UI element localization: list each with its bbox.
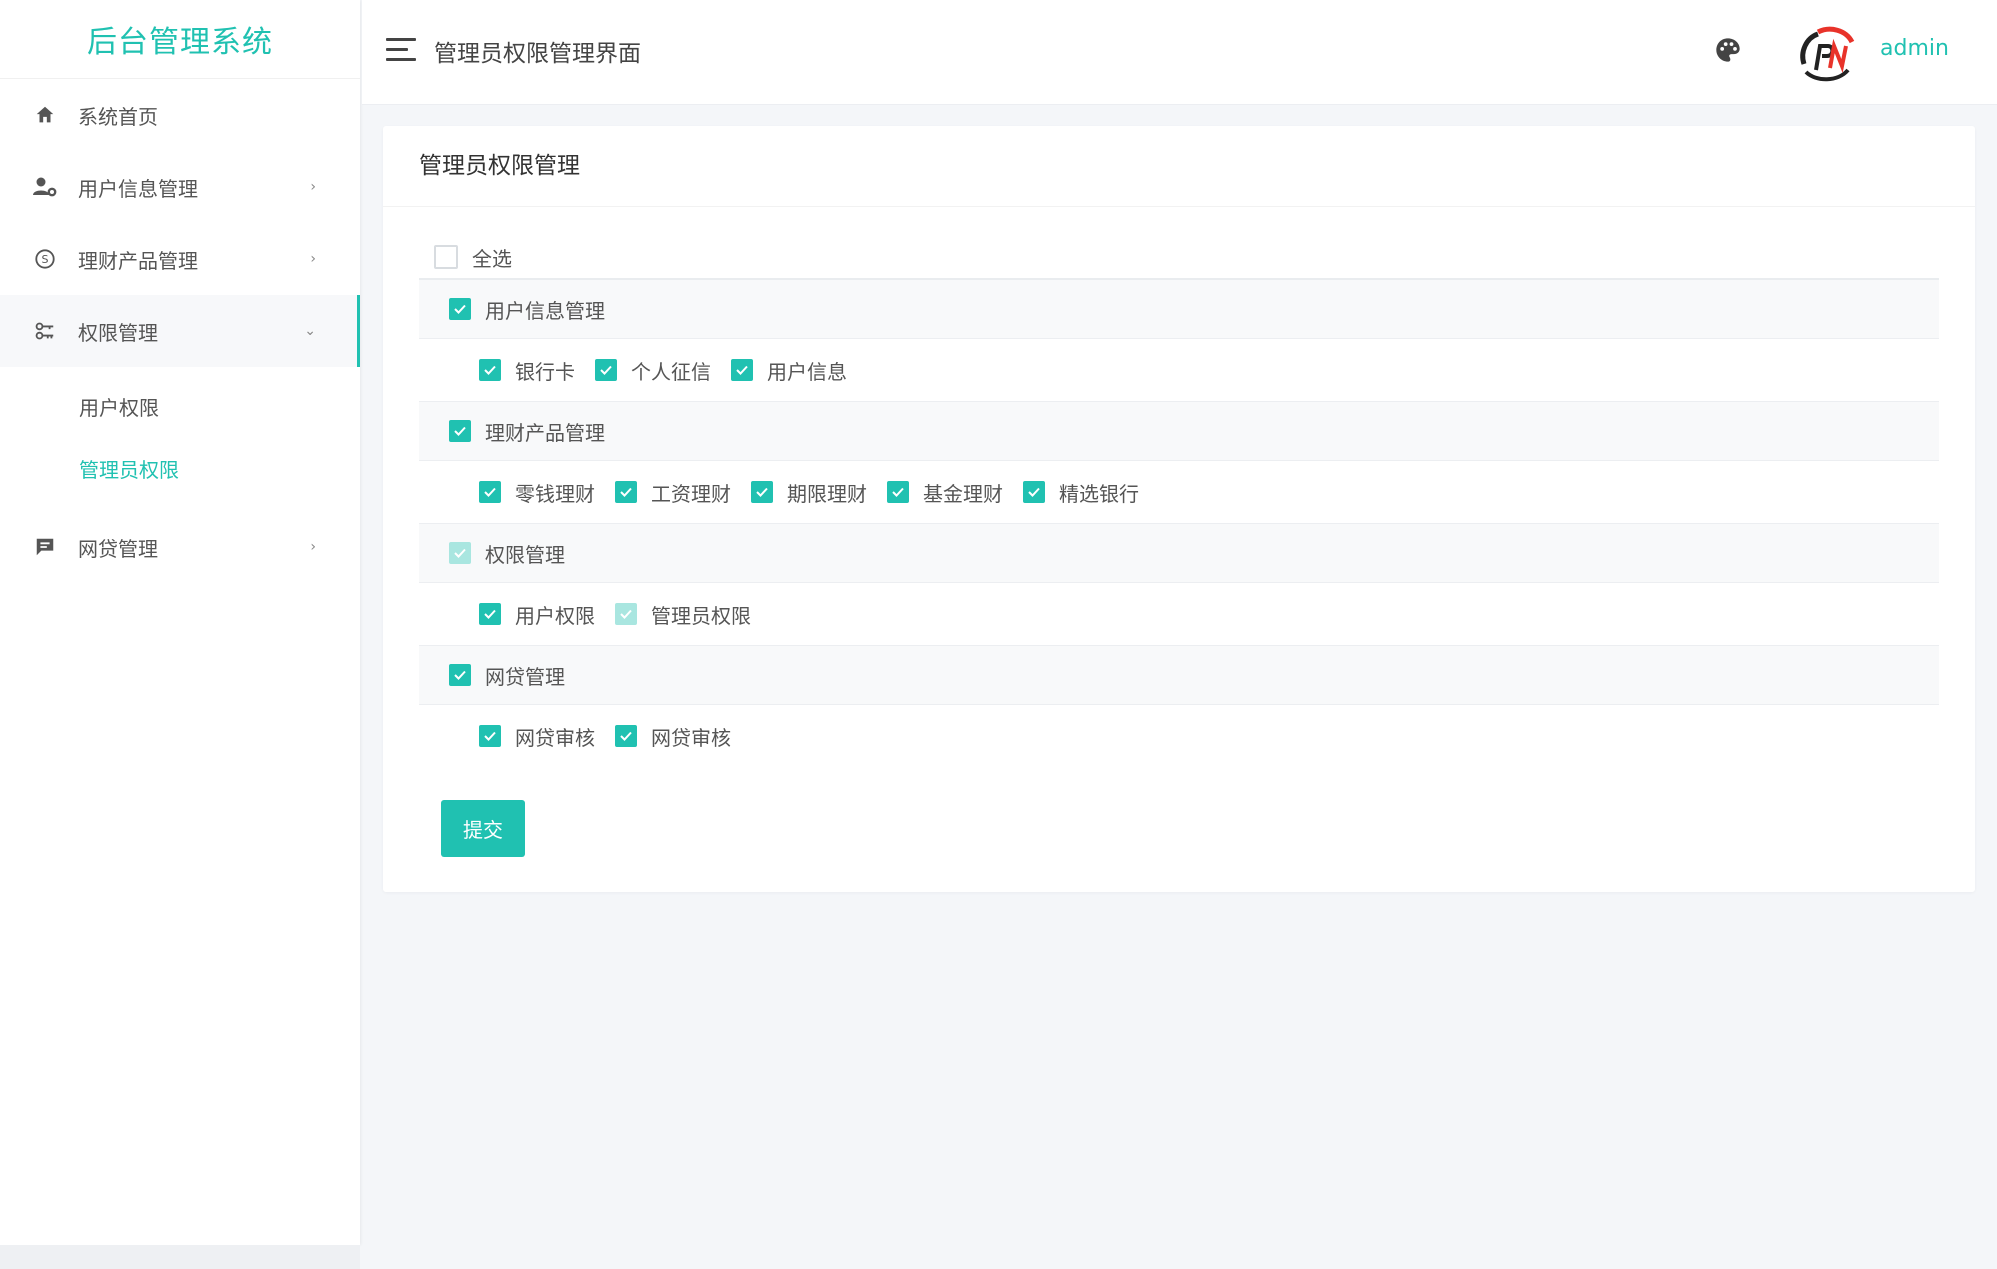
message-icon bbox=[32, 534, 58, 560]
permissions-submenu: 用户权限 管理员权限 bbox=[0, 367, 360, 511]
children-row-user-info: 银行卡 个人征信 用户信息 bbox=[419, 339, 1939, 402]
group-checkbox-disabled bbox=[449, 542, 471, 564]
select-all-row: 全选 bbox=[419, 236, 1939, 280]
page-title: 管理员权限管理界面 bbox=[434, 41, 641, 67]
child-label: 网贷审核 bbox=[515, 725, 595, 750]
child-permission: 精选银行 bbox=[1023, 478, 1159, 507]
select-all-checkbox[interactable] bbox=[434, 245, 458, 269]
home-icon bbox=[32, 102, 58, 128]
child-label: 零钱理财 bbox=[515, 481, 595, 506]
child-label: 用户权限 bbox=[515, 603, 595, 628]
chevron-down-icon: ⌄ bbox=[304, 323, 316, 339]
sidebar-item-user-info[interactable]: 用户信息管理 › bbox=[0, 151, 360, 223]
child-checkbox[interactable] bbox=[479, 359, 501, 381]
child-checkbox[interactable] bbox=[1023, 481, 1045, 503]
group-row-loans: 网贷管理 bbox=[419, 646, 1939, 705]
sidebar-item-finance[interactable]: S 理财产品管理 › bbox=[0, 223, 360, 295]
group-label: 网贷管理 bbox=[485, 664, 565, 689]
child-label: 基金理财 bbox=[923, 481, 1003, 506]
child-permission: 零钱理财 bbox=[479, 478, 615, 507]
child-permission: 用户信息 bbox=[731, 356, 867, 385]
sidebar-item-loans[interactable]: 网贷管理 › bbox=[0, 511, 360, 583]
permission-tree: 全选 用户信息管理 银行卡 个人征信 用户信息 理财产品管理 零钱理财 工资理财… bbox=[419, 236, 1939, 767]
group-label: 理财产品管理 bbox=[485, 420, 605, 445]
sidebar-item-label: 理财产品管理 bbox=[78, 248, 198, 273]
child-checkbox[interactable] bbox=[887, 481, 909, 503]
group-row-finance: 理财产品管理 bbox=[419, 402, 1939, 461]
child-label: 管理员权限 bbox=[651, 603, 751, 628]
child-label: 银行卡 bbox=[515, 359, 575, 384]
group-label: 用户信息管理 bbox=[485, 298, 605, 323]
select-all-label: 全选 bbox=[472, 246, 512, 271]
child-label: 精选银行 bbox=[1059, 481, 1139, 506]
child-permission: 工资理财 bbox=[615, 478, 751, 507]
key-icon bbox=[32, 318, 58, 344]
avatar[interactable] bbox=[1794, 24, 1858, 88]
sidebar-item-label: 网贷管理 bbox=[78, 536, 158, 561]
svg-text:S: S bbox=[42, 253, 49, 266]
sidebar-item-label: 系统首页 bbox=[78, 104, 158, 129]
child-permission: 网贷审核 bbox=[615, 722, 751, 751]
children-row-loans: 网贷审核 网贷审核 bbox=[419, 705, 1939, 767]
child-checkbox[interactable] bbox=[615, 481, 637, 503]
children-row-permissions: 用户权限 管理员权限 bbox=[419, 583, 1939, 646]
sidebar: 后台管理系统 系统首页 用户信息管理 › S 理财产品管理 › 权限管理 ⌄ 用… bbox=[0, 0, 360, 1245]
submenu-item-user-permissions[interactable]: 用户权限 bbox=[0, 375, 360, 437]
menu-toggle-icon[interactable] bbox=[386, 38, 416, 64]
child-checkbox[interactable] bbox=[479, 725, 501, 747]
child-label: 工资理财 bbox=[651, 481, 731, 506]
sidebar-item-permissions[interactable]: 权限管理 ⌄ bbox=[0, 295, 360, 367]
group-checkbox[interactable] bbox=[449, 420, 471, 442]
group-checkbox[interactable] bbox=[449, 664, 471, 686]
child-label: 用户信息 bbox=[767, 359, 847, 384]
sidebar-item-label: 用户信息管理 bbox=[78, 176, 198, 201]
child-label: 期限理财 bbox=[787, 481, 867, 506]
child-checkbox-disabled bbox=[615, 603, 637, 625]
child-permission: 期限理财 bbox=[751, 478, 887, 507]
child-checkbox[interactable] bbox=[751, 481, 773, 503]
top-header: 管理员权限管理界面 admin bbox=[362, 0, 1997, 105]
chevron-right-icon: › bbox=[310, 539, 316, 555]
child-checkbox[interactable] bbox=[479, 603, 501, 625]
palette-icon[interactable] bbox=[1714, 36, 1744, 66]
child-permission: 个人征信 bbox=[595, 356, 731, 385]
child-checkbox[interactable] bbox=[731, 359, 753, 381]
child-label: 个人征信 bbox=[631, 359, 711, 384]
coin-icon: S bbox=[32, 246, 58, 272]
chevron-right-icon: › bbox=[310, 179, 316, 195]
child-checkbox[interactable] bbox=[479, 481, 501, 503]
child-permission: 网贷审核 bbox=[479, 722, 615, 751]
group-row-permissions: 权限管理 bbox=[419, 524, 1939, 583]
children-row-finance: 零钱理财 工资理财 期限理财 基金理财 精选银行 bbox=[419, 461, 1939, 524]
group-checkbox[interactable] bbox=[449, 298, 471, 320]
group-row-user-info: 用户信息管理 bbox=[419, 280, 1939, 339]
child-permission: 管理员权限 bbox=[615, 600, 771, 629]
sidebar-footer bbox=[0, 1245, 360, 1269]
permission-card: 管理员权限管理 全选 用户信息管理 银行卡 个人征信 用户信息 理财产品管理 零… bbox=[383, 126, 1975, 892]
child-permission: 银行卡 bbox=[479, 356, 595, 385]
child-label: 网贷审核 bbox=[651, 725, 731, 750]
username-link[interactable]: admin bbox=[1880, 36, 1949, 61]
chevron-right-icon: › bbox=[310, 251, 316, 267]
group-label: 权限管理 bbox=[485, 542, 565, 567]
brand-title: 后台管理系统 bbox=[0, 0, 360, 79]
submenu-item-admin-permissions[interactable]: 管理员权限 bbox=[0, 437, 360, 499]
sidebar-item-home[interactable]: 系统首页 bbox=[0, 79, 360, 151]
child-permission: 用户权限 bbox=[479, 600, 615, 629]
child-checkbox[interactable] bbox=[615, 725, 637, 747]
user-gear-icon bbox=[32, 174, 58, 200]
submit-button[interactable]: 提交 bbox=[441, 800, 525, 857]
child-checkbox[interactable] bbox=[595, 359, 617, 381]
card-title: 管理员权限管理 bbox=[383, 126, 1975, 207]
sidebar-item-label: 权限管理 bbox=[78, 320, 158, 345]
child-permission: 基金理财 bbox=[887, 478, 1023, 507]
